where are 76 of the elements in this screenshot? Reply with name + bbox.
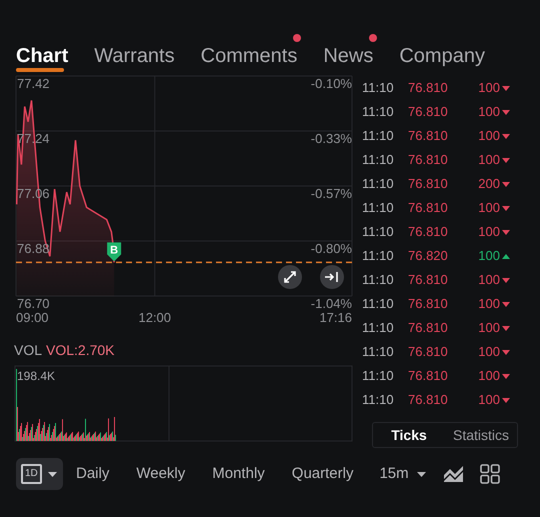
tick-time: 11:10: [362, 247, 395, 266]
tick-price: 76.810: [408, 175, 449, 194]
volume-max-label: 198.4K: [17, 368, 56, 385]
tab[interactable]: Comments: [200, 46, 298, 74]
period-button[interactable]: Weekly: [136, 462, 186, 486]
period-button[interactable]: Daily: [76, 462, 110, 486]
jump-to-end-icon[interactable]: [320, 265, 344, 289]
tick-size: 100: [477, 319, 500, 338]
tick-size: 100: [477, 391, 500, 410]
tick-size: 200: [477, 175, 500, 194]
segment-tab[interactable]: Statistics: [445, 423, 517, 447]
tick-price: 76.810: [408, 271, 449, 290]
grid-icon[interactable]: [480, 464, 500, 484]
time-tick-label: 17:16: [319, 310, 352, 324]
tick-size: 100: [477, 223, 500, 242]
tick-time: 11:10: [362, 223, 395, 242]
tick-time: 11:10: [362, 367, 395, 386]
price-tick-label: 77.42: [17, 76, 50, 91]
tick-size: 100: [477, 79, 500, 98]
tab[interactable]: News: [323, 46, 374, 74]
tick-time: 11:10: [362, 391, 395, 410]
tick-time: 11:10: [362, 199, 395, 218]
range-dropdown[interactable]: 1D: [16, 458, 63, 490]
tick-price: 76.820: [408, 247, 449, 266]
tick-price: 76.810: [408, 319, 449, 338]
tab[interactable]: Warrants: [94, 46, 175, 74]
tick-size: 100: [477, 247, 500, 266]
tick-size: 100: [477, 343, 500, 362]
percent-tick-label: -0.57%: [310, 186, 352, 201]
tick-price: 76.810: [408, 79, 449, 98]
tick-time: 11:10: [362, 319, 395, 338]
tick-size: 100: [477, 151, 500, 170]
period-button[interactable]: Quarterly: [292, 462, 354, 486]
caret-icon: [416, 472, 426, 476]
tick-time: 11:10: [362, 103, 395, 122]
expand-icon[interactable]: [278, 265, 302, 289]
time-tick-label: 09:00: [16, 310, 49, 324]
tick-size: 100: [477, 367, 500, 386]
area-chart-icon[interactable]: [444, 466, 464, 482]
price-tick-label: 76.70: [17, 296, 50, 311]
tab[interactable]: Chart: [16, 46, 68, 74]
volume-label: VOL: [14, 340, 42, 360]
tick-time: 11:10: [362, 175, 395, 194]
tick-time: 11:10: [362, 79, 395, 98]
tick-price: 76.810: [408, 127, 449, 146]
tick-size: 100: [477, 271, 500, 290]
volume-value: VOL:2.70K: [46, 340, 115, 360]
percent-tick-label: -0.80%: [310, 241, 352, 256]
tick-size: 100: [477, 103, 500, 122]
tick-price: 76.810: [408, 367, 449, 386]
interval-dropdown[interactable]: 15m: [379, 462, 426, 486]
segment-tab[interactable]: Ticks: [373, 423, 445, 447]
time-tick-label: 12:00: [138, 310, 172, 324]
tick-price: 76.810: [408, 391, 449, 410]
tick-size: 100: [477, 199, 500, 218]
tick-price: 76.810: [408, 151, 449, 170]
tick-size: 100: [477, 127, 500, 146]
tab[interactable]: Company: [399, 46, 485, 74]
buy-marker: B: [107, 242, 122, 262]
tick-price: 76.810: [408, 343, 449, 362]
caret-icon: [48, 472, 57, 476]
tick-price: 76.810: [408, 223, 449, 242]
tick-size: 100: [477, 295, 500, 314]
percent-tick-label: -0.10%: [310, 76, 352, 91]
percent-tick-label: -0.33%: [310, 131, 352, 146]
tick-time: 11:10: [362, 295, 395, 314]
percent-tick-label: -1.04%: [310, 296, 352, 311]
tick-time: 11:10: [362, 271, 395, 290]
tab-underline: [16, 68, 64, 72]
tick-time: 11:10: [362, 127, 395, 146]
tick-price: 76.810: [408, 199, 449, 218]
tick-time: 11:10: [362, 343, 395, 362]
tick-time: 11:10: [362, 151, 395, 170]
tick-price: 76.810: [408, 295, 449, 314]
period-button[interactable]: Monthly: [212, 462, 265, 486]
tick-price: 76.810: [408, 103, 449, 122]
